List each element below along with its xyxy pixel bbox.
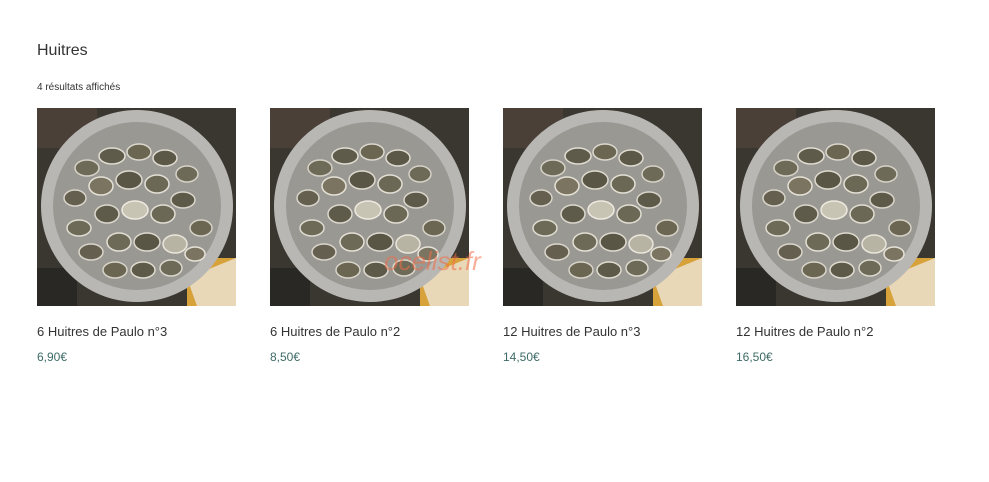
product-card[interactable]: 6 Huitres de Paulo n°3 6,90€ — [37, 108, 236, 364]
oyster-platter-photo[interactable] — [270, 108, 469, 306]
product-card[interactable]: 12 Huitres de Paulo n°3 14,50€ — [503, 108, 702, 364]
product-category-page: Huitres 4 résultats affichés 6 Huitres d… — [0, 0, 989, 482]
page-title: Huitres — [37, 42, 88, 59]
product-card[interactable]: 6 Huitres de Paulo n°2 8,50€ — [270, 108, 469, 364]
product-price: 8,50€ — [270, 350, 301, 364]
product-name[interactable]: 12 Huitres de Paulo n°2 — [736, 324, 935, 340]
product-price: 6,90€ — [37, 350, 68, 364]
oyster-platter-photo[interactable] — [503, 108, 702, 306]
result-count: 4 résultats affichés — [37, 82, 121, 93]
product-grid: 6 Huitres de Paulo n°3 6,90€ 6 Huitres d… — [37, 108, 935, 364]
product-name[interactable]: 6 Huitres de Paulo n°3 — [37, 324, 236, 340]
product-price: 16,50€ — [736, 350, 773, 364]
product-price: 14,50€ — [503, 350, 540, 364]
product-card[interactable]: 12 Huitres de Paulo n°2 16,50€ — [736, 108, 935, 364]
oyster-platter-photo[interactable] — [37, 108, 236, 306]
oyster-platter-photo[interactable] — [736, 108, 935, 306]
product-name[interactable]: 12 Huitres de Paulo n°3 — [503, 324, 702, 340]
product-name[interactable]: 6 Huitres de Paulo n°2 — [270, 324, 469, 340]
